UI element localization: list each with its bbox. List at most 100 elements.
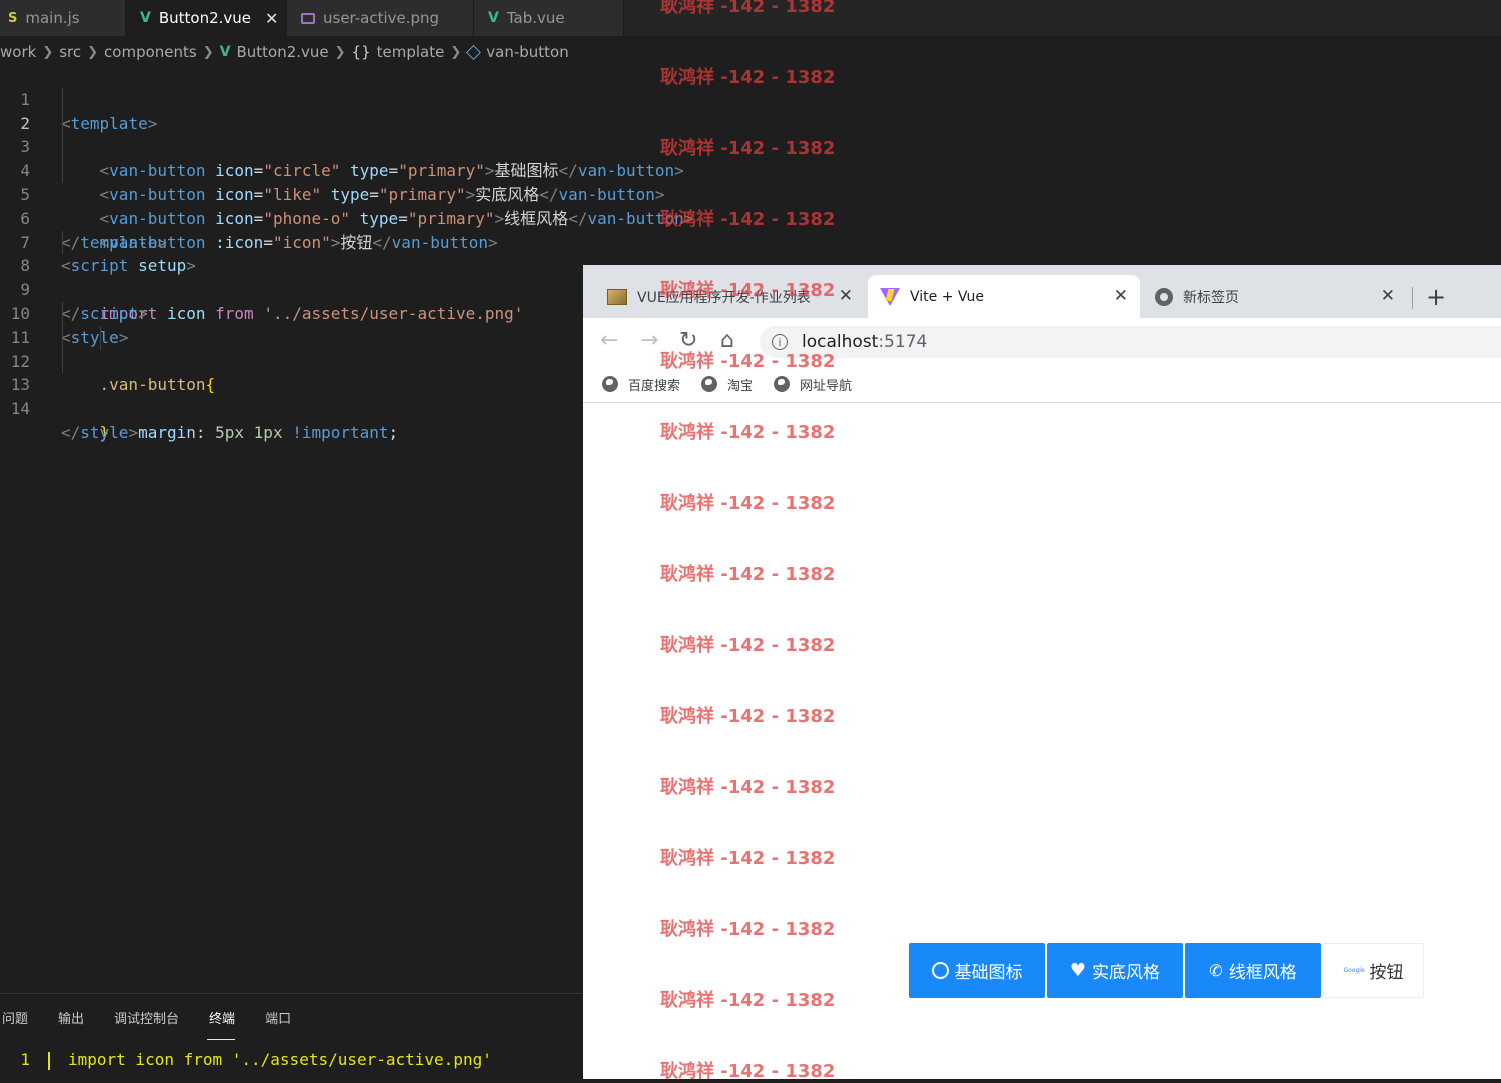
browser-tab-homework-list[interactable]: VUE应用程序开发-作业列表 ✕ bbox=[595, 275, 865, 318]
vue-file-icon: V bbox=[219, 44, 231, 60]
panel-tab-output[interactable]: 输出 bbox=[56, 994, 98, 1038]
tab-divider bbox=[1412, 287, 1413, 309]
reload-icon[interactable]: ↻ bbox=[679, 328, 697, 353]
bookmark-baidu[interactable]: 百度搜索 bbox=[602, 375, 680, 394]
code-line: 11 .van-button{ bbox=[0, 301, 583, 394]
chevron-right-icon: ❯ bbox=[42, 44, 54, 60]
panel-tab-debug-console[interactable]: 调试控制台 bbox=[112, 994, 193, 1038]
panel-tab-bar: 问题 输出 调试控制台 终端 端口 bbox=[0, 994, 319, 1040]
close-icon[interactable]: ✕ bbox=[1114, 286, 1128, 306]
forward-arrow-icon[interactable]: → bbox=[640, 328, 658, 353]
breadcrumb-item[interactable]: components bbox=[104, 43, 197, 61]
chrome-favicon-icon bbox=[1155, 287, 1173, 306]
breadcrumb-item[interactable]: Button2.vue bbox=[236, 43, 328, 61]
url-port: :5174 bbox=[878, 332, 928, 352]
url-host: localhost bbox=[802, 332, 879, 352]
circle-icon bbox=[931, 962, 949, 979]
globe-icon bbox=[774, 376, 791, 392]
chevron-right-icon: ❯ bbox=[334, 44, 346, 60]
url-text[interactable]: localhost:5174 bbox=[802, 332, 927, 352]
code-line: 4 <van-button icon="phone-o" type="prima… bbox=[0, 135, 693, 228]
code-line: 7 <script setup> bbox=[0, 207, 583, 276]
van-button-outline-style[interactable]: ✆ 线框风格 bbox=[1185, 943, 1321, 998]
editor-tab-button2-vue[interactable]: V Button2.vue ✕ bbox=[126, 0, 287, 36]
code-line: 9 </script> bbox=[0, 254, 583, 323]
code-line: 12 margin: 5px 1px !important; bbox=[0, 325, 583, 442]
editor-tab-label: Tab.vue bbox=[506, 9, 565, 27]
breadcrumb-item[interactable]: src bbox=[59, 43, 81, 61]
bookmark-url-nav[interactable]: 网址导航 bbox=[774, 375, 852, 394]
home-icon[interactable]: ⌂ bbox=[720, 328, 734, 353]
van-button-custom-icon[interactable]: Google 按钮 bbox=[1323, 943, 1424, 998]
terminal-output[interactable]: 1 import icon from '../assets/user-active… bbox=[0, 1050, 492, 1070]
button-label: 实底风格 bbox=[1092, 963, 1161, 983]
browser-tab-title: VUE应用程序开发-作业列表 bbox=[637, 289, 811, 306]
terminal-line-number: 1 bbox=[20, 1050, 30, 1069]
browser-tab-new-tab-page[interactable]: 新标签页 ✕ bbox=[1143, 275, 1407, 318]
breadcrumb: work ❯ src ❯ components ❯ V Button2.vue … bbox=[0, 40, 569, 64]
phone-icon: ✆ bbox=[1209, 961, 1223, 980]
new-tab-button[interactable]: + bbox=[1426, 283, 1446, 311]
panel-tab-terminal[interactable]: 终端 bbox=[207, 994, 249, 1040]
braces-icon: {} bbox=[351, 43, 371, 61]
chevron-right-icon: ❯ bbox=[87, 44, 99, 60]
code-editor[interactable]: 1 <template> 2 <van-button icon="circle"… bbox=[0, 64, 693, 442]
back-arrow-icon[interactable]: ← bbox=[600, 328, 618, 353]
panel-tab-problems[interactable]: 问题 bbox=[0, 994, 42, 1038]
button-label: 按钮 bbox=[1369, 963, 1404, 983]
component-icon bbox=[466, 44, 482, 60]
vue-file-icon: V bbox=[488, 10, 499, 26]
close-icon[interactable]: ✕ bbox=[265, 9, 278, 28]
chevron-right-icon: ❯ bbox=[202, 44, 214, 60]
close-icon[interactable]: ✕ bbox=[1381, 286, 1395, 306]
bookmarks-bar: 百度搜索 淘宝 网址导航 bbox=[583, 366, 1501, 403]
panel-tab-ports[interactable]: 端口 bbox=[263, 994, 305, 1038]
gutter-marker bbox=[48, 1051, 50, 1070]
image-favicon-icon bbox=[607, 288, 627, 305]
button-label: 线框风格 bbox=[1228, 963, 1297, 983]
info-icon[interactable]: i bbox=[772, 334, 788, 350]
browser-toolbar: ← → ↻ ⌂ i localhost:5174 bbox=[583, 318, 1501, 366]
van-button-solid-style[interactable]: ♥ 实底风格 bbox=[1047, 943, 1183, 998]
editor-tab-label: user-active.png bbox=[323, 9, 440, 27]
browser-tab-strip: VUE应用程序开发-作业列表 ✕ Vite + Vue ✕ 新标签页 ✕ + bbox=[583, 265, 1501, 318]
editor-tab-user-active-png[interactable]: user-active.png bbox=[287, 0, 474, 36]
watermark-text: 耿鸿祥 -142 - 1382 bbox=[660, 138, 836, 159]
breadcrumb-item[interactable]: work bbox=[0, 43, 36, 61]
watermark-text: 耿鸿祥 -142 - 1382 bbox=[660, 67, 836, 88]
breadcrumb-item[interactable]: template bbox=[377, 43, 445, 61]
globe-icon bbox=[701, 376, 718, 392]
editor-tab-main-js[interactable]: S main.js bbox=[0, 0, 126, 36]
bookmark-label: 网址导航 bbox=[800, 378, 853, 394]
browser-window: VUE应用程序开发-作业列表 ✕ Vite + Vue ✕ 新标签页 ✕ + ←… bbox=[583, 265, 1501, 1079]
editor-tab-label: Button2.vue bbox=[158, 9, 252, 27]
address-bar[interactable]: i localhost:5174 bbox=[760, 326, 1501, 358]
image-file-icon bbox=[301, 12, 315, 24]
js-file-icon: S bbox=[8, 10, 18, 26]
image-icon: Google bbox=[1343, 966, 1365, 974]
globe-icon bbox=[602, 376, 618, 392]
terminal-line-text: import icon from '../assets/user-active.… bbox=[68, 1050, 492, 1069]
editor-tab-tab-vue[interactable]: V Tab.vue bbox=[474, 0, 624, 36]
code-line: 13 } bbox=[0, 349, 583, 442]
code-line: 5 <van-button :icon="icon">按钮</van-butto… bbox=[0, 159, 583, 252]
vue-file-icon: V bbox=[140, 10, 151, 26]
browser-tab-vite-vue[interactable]: Vite + Vue ✕ bbox=[868, 275, 1140, 318]
code-line: 14 </style> bbox=[0, 373, 583, 442]
browser-tab-title: 新标签页 bbox=[1183, 289, 1239, 306]
close-icon[interactable]: ✕ bbox=[839, 286, 853, 306]
bottom-panel: 问题 输出 调试控制台 终端 端口 1 import icon from '../… bbox=[0, 993, 583, 1080]
bookmark-label: 淘宝 bbox=[727, 378, 754, 394]
code-line: 1 <template> bbox=[0, 64, 583, 133]
breadcrumb-item[interactable]: van-button bbox=[486, 43, 568, 61]
browser-tab-title: Vite + Vue bbox=[910, 288, 985, 305]
chevron-right-icon: ❯ bbox=[450, 44, 462, 60]
heart-icon: ♥ bbox=[1069, 960, 1087, 981]
van-button-basic-icon[interactable]: 基础图标 bbox=[909, 943, 1045, 998]
code-line: 8 import icon from '../assets/user-activ… bbox=[0, 230, 583, 323]
vite-favicon-icon bbox=[880, 287, 900, 306]
bookmark-label: 百度搜索 bbox=[628, 378, 681, 394]
editor-tab-bar: S main.js V Button2.vue ✕ user-active.pn… bbox=[0, 0, 1501, 37]
editor-tab-label: main.js bbox=[25, 9, 80, 27]
bookmark-taobao[interactable]: 淘宝 bbox=[701, 375, 753, 394]
